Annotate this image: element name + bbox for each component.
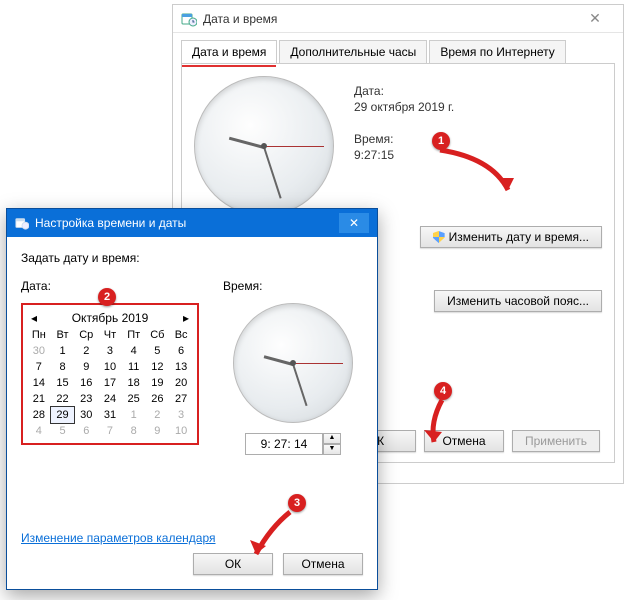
calendar-day[interactable]: 6: [169, 343, 193, 359]
calendar-day[interactable]: 17: [98, 375, 122, 391]
calendar-next-button[interactable]: ▸: [183, 311, 189, 325]
calendar-day[interactable]: 27: [169, 391, 193, 407]
calendar-day[interactable]: 30: [74, 407, 98, 423]
bg-title: Дата и время: [203, 12, 575, 26]
change-timezone-button[interactable]: Изменить часовой пояс...: [434, 290, 602, 312]
calendar-day[interactable]: 3: [169, 407, 193, 423]
calendar-day[interactable]: 21: [27, 391, 51, 407]
calendar-day[interactable]: 25: [122, 391, 146, 407]
calendar-day[interactable]: 28: [27, 407, 51, 423]
calendar-day[interactable]: 10: [98, 359, 122, 375]
calendar-day[interactable]: 31: [98, 407, 122, 423]
analog-clock: [194, 76, 334, 216]
calendar-picker: ◂ Октябрь 2019 ▸ ПнВтСрЧтПтСбВс 30123456…: [21, 303, 199, 445]
fg-cancel-button[interactable]: Отмена: [283, 553, 363, 575]
annotation-badge-1: 1: [432, 132, 450, 150]
calendar-day[interactable]: 22: [51, 391, 75, 407]
fg-time-label: Время:: [223, 279, 363, 293]
calendar-day[interactable]: 10: [169, 423, 193, 439]
fg-titlebar: Настройка времени и даты ✕: [7, 209, 377, 237]
bg-apply-button: Применить: [512, 430, 600, 452]
annotation-badge-3: 3: [288, 494, 306, 512]
calendar-day[interactable]: 4: [122, 343, 146, 359]
calendar-day[interactable]: 18: [122, 375, 146, 391]
calendar-grid: ПнВтСрЧтПтСбВс 3012345678910111213141516…: [27, 327, 193, 439]
change-datetime-label: Изменить дату и время...: [449, 230, 589, 244]
calendar-dow-header: Чт: [98, 327, 122, 343]
change-datetime-button[interactable]: Изменить дату и время...: [420, 226, 602, 248]
calendar-day[interactable]: 24: [98, 391, 122, 407]
calendar-day[interactable]: 15: [51, 375, 75, 391]
annotation-badge-4: 4: [434, 382, 452, 400]
calendar-day[interactable]: 16: [74, 375, 98, 391]
calendar-day[interactable]: 9: [74, 359, 98, 375]
time-spinner: ▲ ▼: [223, 433, 363, 455]
bg-cancel-button[interactable]: Отмена: [424, 430, 504, 452]
time-input[interactable]: [245, 433, 323, 455]
calendar-day[interactable]: 26: [146, 391, 170, 407]
bg-tabs: Дата и время Дополнительные часы Время п…: [173, 33, 623, 63]
bg-time-value: 9:27:15: [354, 148, 454, 162]
calendar-settings-link[interactable]: Изменение параметров календаря: [21, 531, 216, 545]
calendar-day[interactable]: 7: [98, 423, 122, 439]
tab-additional-clocks[interactable]: Дополнительные часы: [279, 40, 427, 64]
calendar-day[interactable]: 20: [169, 375, 193, 391]
calendar-day[interactable]: 29: [51, 407, 75, 423]
calendar-day[interactable]: 2: [146, 407, 170, 423]
analog-clock-small: [233, 303, 353, 423]
calendar-day[interactable]: 9: [146, 423, 170, 439]
bg-titlebar: Дата и время ✕: [173, 5, 623, 33]
calendar-day[interactable]: 6: [74, 423, 98, 439]
tab-internet-time[interactable]: Время по Интернету: [429, 40, 565, 64]
calendar-day[interactable]: 23: [74, 391, 98, 407]
calendar-day[interactable]: 3: [98, 343, 122, 359]
calendar-day[interactable]: 7: [27, 359, 51, 375]
tab-date-time[interactable]: Дата и время: [181, 40, 277, 64]
bg-date-label: Дата:: [354, 84, 454, 98]
calendar-clock-icon: [15, 216, 29, 230]
calendar-day[interactable]: 8: [122, 423, 146, 439]
calendar-day[interactable]: 1: [51, 343, 75, 359]
calendar-day[interactable]: 5: [51, 423, 75, 439]
shield-icon: [433, 231, 445, 243]
calendar-day[interactable]: 30: [27, 343, 51, 359]
calendar-day[interactable]: 13: [169, 359, 193, 375]
calendar-day[interactable]: 11: [122, 359, 146, 375]
calendar-clock-icon: [181, 11, 197, 27]
calendar-prev-button[interactable]: ◂: [31, 311, 37, 325]
fg-prompt: Задать дату и время:: [21, 251, 363, 265]
fg-close-button[interactable]: ✕: [339, 213, 369, 233]
calendar-dow-header: Пт: [122, 327, 146, 343]
calendar-dow-header: Сб: [146, 327, 170, 343]
calendar-day[interactable]: 14: [27, 375, 51, 391]
calendar-dow-header: Вт: [51, 327, 75, 343]
calendar-day[interactable]: 4: [27, 423, 51, 439]
calendar-day[interactable]: 12: [146, 359, 170, 375]
calendar-dow-header: Пн: [27, 327, 51, 343]
fg-ok-button[interactable]: ОК: [193, 553, 273, 575]
calendar-dow-header: Ср: [74, 327, 98, 343]
calendar-day[interactable]: 8: [51, 359, 75, 375]
fg-title: Настройка времени и даты: [35, 216, 339, 230]
calendar-day[interactable]: 1: [122, 407, 146, 423]
calendar-dow-header: Вс: [169, 327, 193, 343]
time-step-up[interactable]: ▲: [323, 433, 341, 444]
annotation-badge-2: 2: [98, 288, 116, 306]
calendar-day[interactable]: 2: [74, 343, 98, 359]
calendar-day[interactable]: 19: [146, 375, 170, 391]
bg-date-value: 29 октября 2019 г.: [354, 100, 454, 114]
set-datetime-window: Настройка времени и даты ✕ Задать дату и…: [6, 208, 378, 590]
calendar-month-year[interactable]: Октябрь 2019: [72, 311, 149, 325]
calendar-day[interactable]: 5: [146, 343, 170, 359]
time-step-down[interactable]: ▼: [323, 444, 341, 455]
bg-close-button[interactable]: ✕: [575, 10, 615, 27]
